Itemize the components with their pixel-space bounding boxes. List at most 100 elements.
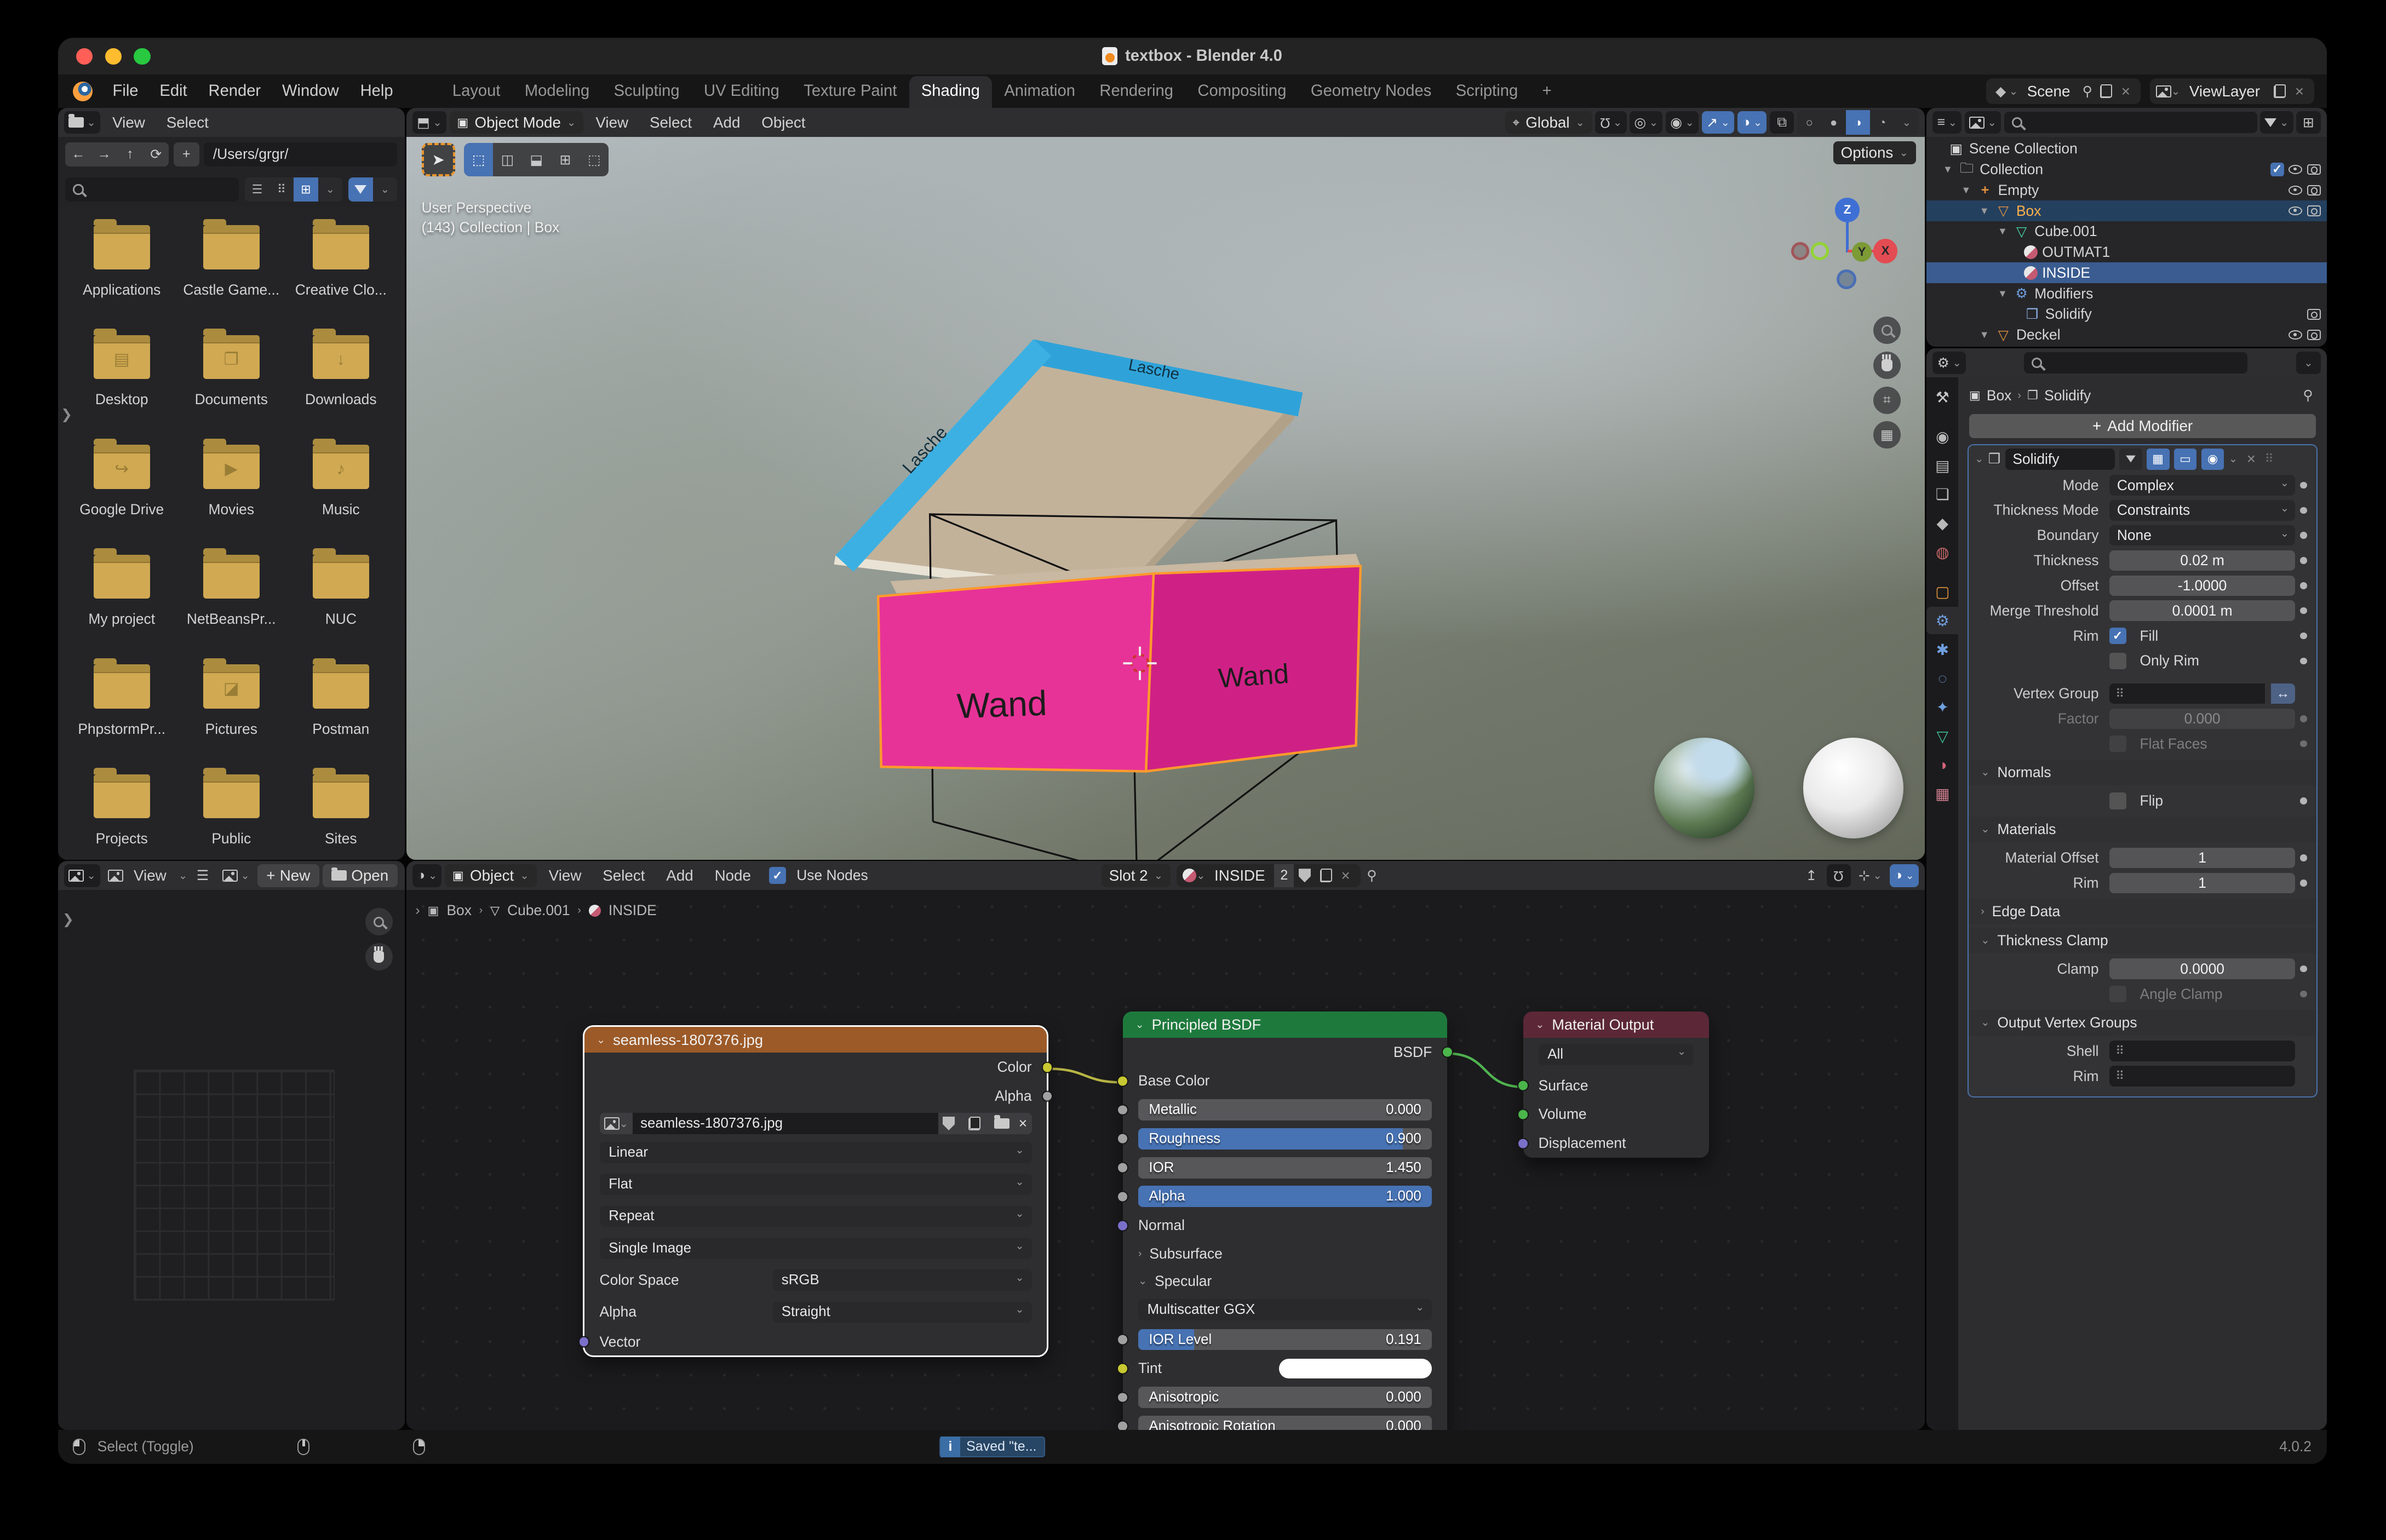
viewport-menu-view[interactable]: View xyxy=(587,114,638,131)
folder-item[interactable]: Projects xyxy=(67,774,176,860)
filter-toggle-icon[interactable] xyxy=(348,177,372,202)
interpolation-dropdown[interactable]: Linear xyxy=(600,1142,1032,1163)
parent-node-tree-icon[interactable]: ↥ xyxy=(1799,864,1823,887)
forward-button[interactable]: → xyxy=(91,142,117,166)
xray-toggle-icon[interactable]: ⧉ xyxy=(1770,111,1794,134)
properties-search-input[interactable] xyxy=(2024,352,2248,373)
bsdf-output-socket[interactable] xyxy=(1442,1047,1453,1058)
mode-dropdown[interactable]: ▣Object Mode⌄ xyxy=(450,111,584,134)
tab-material-icon[interactable]: ◑ xyxy=(1926,751,1958,779)
collection-checkbox[interactable] xyxy=(2270,163,2284,176)
properties-options-dropdown[interactable]: ⌄ xyxy=(2296,352,2320,375)
thickness-field[interactable]: 0.02 m xyxy=(2109,550,2295,571)
viewport-canvas[interactable]: Lasche Lasche xyxy=(406,137,1925,860)
folder-item[interactable]: Applications xyxy=(67,225,176,311)
ior-level-slider[interactable]: IOR Level0.191 xyxy=(1138,1329,1432,1351)
volume-input-socket[interactable] xyxy=(1517,1108,1529,1120)
overlays-toggle-icon[interactable]: ◑⌄ xyxy=(1890,864,1919,887)
transform-orientation-dropdown[interactable]: ⌖Global⌄ xyxy=(1505,111,1592,134)
image-filename[interactable]: seamless-1807376.jpg xyxy=(633,1113,938,1134)
show-in-edit-mode-icon[interactable]: ▦ xyxy=(2147,449,2170,470)
material-offset-field[interactable]: 1 xyxy=(2109,848,2295,869)
show-in-render-icon[interactable]: ◉ xyxy=(2201,449,2224,470)
alpha-mode-dropdown[interactable]: Straight xyxy=(772,1302,1031,1323)
unlink-material-icon[interactable]: × xyxy=(1337,867,1355,884)
new-collection-icon[interactable]: ⊞ xyxy=(2296,111,2320,134)
merge-threshold-field[interactable]: 0.0001 m xyxy=(2109,600,2295,621)
animate-dot[interactable] xyxy=(2295,880,2312,887)
roughness-slider[interactable]: Roughness0.900 xyxy=(1138,1128,1432,1150)
shading-rendered-icon[interactable]: ◔ xyxy=(1870,110,1894,134)
clamp-field[interactable]: 0.0000 xyxy=(2109,958,2295,979)
material-output-node[interactable]: ⌄Material Output All Surface Volume Disp… xyxy=(1523,1012,1709,1158)
base-color-input-socket[interactable] xyxy=(1117,1075,1128,1087)
breadcrumb-object[interactable]: Box xyxy=(1987,387,2011,404)
image-browse-icon[interactable]: ⌄ xyxy=(218,864,254,887)
disable-render-icon[interactable] xyxy=(2307,164,2321,175)
tab-texture-paint[interactable]: Texture Paint xyxy=(791,76,909,108)
anisotropic-input-socket[interactable] xyxy=(1117,1392,1128,1403)
image-texture-node[interactable]: ⌄seamless-1807376.jpg Color Alpha ⌄ seam… xyxy=(584,1027,1047,1355)
editor-type-properties-icon[interactable]: ⚙⌄ xyxy=(1932,352,1966,375)
outliner-row-inside[interactable]: INSIDE xyxy=(1926,262,2327,283)
surface-input-socket[interactable] xyxy=(1517,1080,1529,1091)
editor-type-image-icon[interactable]: ⌄ xyxy=(64,864,100,887)
editor-type-shader-icon[interactable]: ◑⌄ xyxy=(412,864,442,887)
tab-object-icon[interactable]: ▢ xyxy=(1926,578,1958,605)
animate-dot[interactable] xyxy=(2295,582,2312,589)
ior-level-input-socket[interactable] xyxy=(1117,1334,1128,1346)
gizmo-x-axis[interactable]: X xyxy=(1873,239,1897,263)
pin-icon[interactable]: ⚲ xyxy=(2300,387,2316,404)
shading-wireframe-icon[interactable]: ○ xyxy=(1797,110,1821,134)
rim-fill-checkbox[interactable] xyxy=(2109,628,2126,645)
outliner-row-solidify[interactable]: ❒ Solidify xyxy=(1926,304,2327,325)
shading-solid-icon[interactable]: ● xyxy=(1821,110,1845,134)
breadcrumb-modifier[interactable]: Solidify xyxy=(2044,387,2091,404)
slot-dropdown[interactable]: Slot 2⌄ xyxy=(1102,864,1171,887)
add-workspace-button[interactable]: + xyxy=(1530,76,1563,108)
add-modifier-button[interactable]: +Add Modifier xyxy=(1969,414,2316,438)
folder-item[interactable]: ▶Movies xyxy=(176,445,286,530)
copy-scene-icon[interactable] xyxy=(2100,84,2112,98)
menu-file[interactable]: File xyxy=(102,82,149,100)
outliner-row-box[interactable]: ▼▽ Box xyxy=(1926,200,2327,221)
menu-help[interactable]: Help xyxy=(349,82,404,100)
axis-gizmo[interactable]: Z X Y xyxy=(1797,198,1901,301)
show-in-viewport-icon[interactable]: ▭ xyxy=(2174,449,2197,470)
disable-render-icon[interactable] xyxy=(2307,205,2321,216)
shader-menu-add[interactable]: Add xyxy=(657,867,703,884)
file-browser-menu-view[interactable]: View xyxy=(103,114,154,131)
select-box-icon[interactable]: ⬚ xyxy=(464,143,493,176)
new-image-button[interactable]: + New xyxy=(257,864,319,887)
camera-view-icon[interactable]: ⌗ xyxy=(1873,387,1901,414)
region-expand-arrow[interactable]: ❯ xyxy=(62,911,74,928)
tab-modifiers-icon[interactable]: ⚙ xyxy=(1926,607,1958,634)
folder-item[interactable]: NUC xyxy=(286,555,395,640)
outliner-row-deckel[interactable]: ▼▽ Deckel xyxy=(1926,325,2327,346)
anisotropic-rotation-slider[interactable]: Anisotropic Rotation0.000 xyxy=(1138,1416,1432,1430)
show-gizmo-icon[interactable]: ◉⌄ xyxy=(1666,111,1699,134)
outliner-row-empty[interactable]: ▼+ Empty xyxy=(1926,180,2327,200)
bsdf-node-header[interactable]: ⌄Principled BSDF xyxy=(1123,1012,1447,1037)
image-editor-mode-icon[interactable] xyxy=(103,864,127,887)
outliner-row-cube001[interactable]: ▼▽ Cube.001 xyxy=(1926,221,2327,242)
shader-menu-select[interactable]: Select xyxy=(594,867,654,884)
viewport-menu-object[interactable]: Object xyxy=(753,114,815,131)
unlink-image-icon[interactable]: × xyxy=(1014,1113,1031,1134)
flip-checkbox[interactable] xyxy=(2109,792,2126,809)
factor-field[interactable]: 0.000 xyxy=(2109,709,2295,729)
disable-render-icon[interactable] xyxy=(2307,185,2321,196)
select-circle-icon[interactable]: ◫ xyxy=(493,143,522,176)
menu-render[interactable]: Render xyxy=(198,82,272,100)
ior-input-socket[interactable] xyxy=(1117,1162,1128,1174)
fake-user-shield-icon[interactable] xyxy=(1294,869,1315,882)
collapse-chevron-icon[interactable]: ⌄ xyxy=(1975,452,1983,466)
select-more-icon[interactable]: ⊞ xyxy=(551,143,580,176)
display-vertical-list-icon[interactable]: ☰ xyxy=(245,177,269,202)
image-editor-canvas[interactable]: ❯ xyxy=(58,890,405,1430)
shader-menu-view[interactable]: View xyxy=(540,867,590,884)
editor-type-outliner-icon[interactable]: ≡⌄ xyxy=(1932,111,1961,134)
scene-selector[interactable]: ◆⌄ Scene ⚲ × xyxy=(1986,78,2141,104)
pan-hand-icon[interactable] xyxy=(365,943,393,970)
open-image-button[interactable]: Open xyxy=(323,864,398,887)
